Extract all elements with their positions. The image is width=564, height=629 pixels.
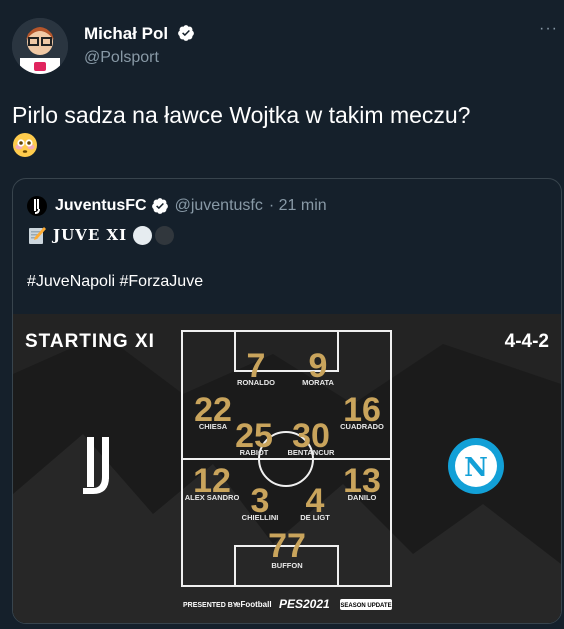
lineup-graphic[interactable]: STARTING XI 4-4-2 N 7 9 22 25 30 16 12 3…	[13, 314, 561, 623]
avatar-image	[12, 18, 68, 74]
player-name-alex-sandro: ALEX SANDRO	[185, 493, 240, 502]
juventus-logo-icon	[34, 199, 40, 214]
svg-text:N: N	[464, 453, 488, 483]
napoli-crest-icon: N	[448, 438, 504, 494]
formation-label: 4-4-2	[505, 331, 549, 352]
player-name-danilo: DANILO	[348, 493, 377, 502]
player-name-chiellini: CHIELLINI	[242, 513, 279, 522]
player-name-ronaldo: RONALDO	[237, 378, 275, 387]
author-name-text: Michał Pol	[84, 24, 169, 43]
black-circle-icon	[155, 225, 175, 245]
player-name-de-ligt: DE LIGT	[300, 513, 330, 522]
player-name-chiesa: CHIESA	[199, 422, 228, 431]
flushed-face-icon	[13, 133, 37, 157]
quoted-text-line: JUVE XI	[27, 225, 177, 245]
player-number-buffon: 77	[268, 527, 306, 565]
verified-icon	[177, 25, 194, 41]
author-handle[interactable]: @Polsport	[84, 49, 159, 67]
quoted-tweet-header: JuventusFC @juventusfc · 21 min	[27, 195, 327, 217]
verified-icon	[151, 198, 168, 214]
sponsor-game: PES2021	[279, 597, 330, 611]
quoted-timestamp[interactable]: · 21 min	[269, 197, 327, 215]
sponsor-prefix: PRESENTED BY	[183, 602, 238, 609]
quoted-author-handle[interactable]: @juventusfc	[175, 197, 263, 215]
player-name-cuadrado: CUADRADO	[340, 422, 384, 431]
memo-icon	[29, 227, 46, 244]
juventus-avatar[interactable]	[27, 196, 47, 216]
tweet-text-content: Pirlo sadza na ławce Wojtka w takim mecz…	[12, 102, 471, 128]
sponsor-brand: eFootball	[236, 600, 272, 609]
quoted-author-name[interactable]: JuventusFC	[55, 197, 147, 215]
player-name-buffon: BUFFON	[271, 561, 302, 570]
quoted-hashtags[interactable]: #JuveNapoli #ForzaJuve	[27, 273, 203, 291]
player-name-rabiot: RABIOT	[240, 448, 269, 457]
more-options-icon[interactable]: ···	[539, 20, 558, 38]
sponsor-badge: SEASON UPDATE	[340, 603, 391, 609]
lineup-image: STARTING XI 4-4-2 N 7 9 22 25 30 16 12 3…	[13, 314, 561, 623]
quoted-tweet[interactable]: JuventusFC @juventusfc · 21 min JUVE XI …	[12, 178, 562, 624]
player-name-bentancur: BENTANCUR	[288, 448, 336, 457]
avatar[interactable]	[12, 18, 68, 74]
author-name[interactable]: Michał Pol	[84, 24, 195, 44]
tweet-text: Pirlo sadza na ławce Wojtka w takim mecz…	[12, 100, 557, 160]
white-circle-icon	[133, 225, 153, 245]
juve-xi-text: JUVE XI	[53, 226, 128, 244]
starting-xi-title: STARTING XI	[25, 331, 155, 352]
player-name-morata: MORATA	[302, 378, 334, 387]
